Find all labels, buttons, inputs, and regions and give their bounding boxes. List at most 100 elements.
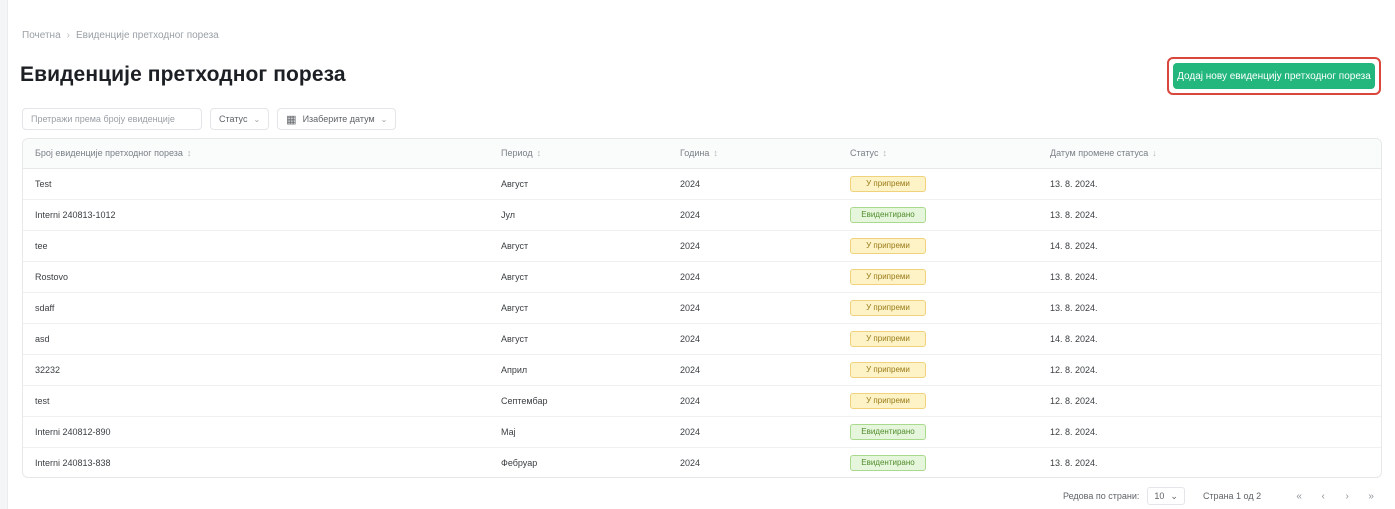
cell-year: 2024 xyxy=(668,292,838,324)
cell-year: 2024 xyxy=(668,385,838,417)
cell-number: tee xyxy=(23,230,489,262)
search-input[interactable] xyxy=(22,108,202,130)
first-page-icon[interactable]: « xyxy=(1291,487,1307,505)
table-row[interactable]: Interni 240813-838 Фебруар 2024 Евидентиран… xyxy=(23,447,1381,477)
table-row[interactable]: asd Август 2024 У припреми 14. 8. 2024. xyxy=(23,323,1381,355)
cell-changed: 12. 8. 2024. xyxy=(1038,416,1381,448)
breadcrumb-current: Евиденције претходног пореза xyxy=(75,30,219,41)
cell-period: Август xyxy=(489,261,668,293)
table-row[interactable]: sdaff Август 2024 У припреми 13. 8. 2024. xyxy=(23,292,1381,324)
cell-year: 2024 xyxy=(668,323,838,355)
date-filter-dropdown[interactable]: ▦ Изаберите датум ⌄ xyxy=(277,108,397,130)
cell-year: 2024 xyxy=(680,457,701,468)
cell-changed: 13. 8. 2024. xyxy=(1038,261,1381,293)
filter-bar: Статус ⌄ ▦ Изаберите датум ⌄ xyxy=(22,108,397,130)
cell-status: У припреми xyxy=(838,292,1038,324)
status-badge: У припреми xyxy=(850,330,926,347)
cell-status: Евидентирано xyxy=(838,416,1038,448)
table-header-row: Број евиденције претходног пореза ↕ Перио… xyxy=(23,139,1381,169)
cell-period: Мај xyxy=(489,416,668,448)
add-record-button[interactable]: Додај нову евиденцију претходног пореза xyxy=(1173,63,1375,89)
page-title: Евиденције претходног пореза xyxy=(20,63,346,86)
cell-changed: 13. 8. 2024. xyxy=(1038,199,1381,231)
pagination: Редова по страни: 10 ⌄ Страна 1 од 2 « ‹… xyxy=(1063,486,1379,506)
cell-period: Август xyxy=(489,230,668,262)
rows-per-page-value: 10 xyxy=(1154,491,1165,501)
cell-number: Interni 240812-890 xyxy=(23,416,489,448)
sort-icon: ↕ xyxy=(713,148,718,159)
calendar-icon: ▦ xyxy=(286,113,297,126)
cell-number: test xyxy=(23,385,489,417)
cell-period: Фебруар xyxy=(501,457,538,468)
cell-number: 32232 xyxy=(23,354,489,386)
cell-number: Rostovo xyxy=(23,261,489,293)
cell-changed: 12. 8. 2024. xyxy=(1038,354,1381,386)
status-badge: У припреми xyxy=(850,361,926,378)
cell-period: Септембар xyxy=(489,385,668,417)
breadcrumb-home[interactable]: Почетна xyxy=(22,30,61,41)
cell-changed: 13. 8. 2024. xyxy=(1050,457,1098,468)
cell-period: Април xyxy=(489,354,668,386)
previous-page-icon[interactable]: ‹ xyxy=(1315,487,1331,505)
cell-number: Test xyxy=(23,168,489,200)
rows-per-page-label: Редова по страни: xyxy=(1063,491,1140,501)
add-button-highlight: Додај нову евиденцију претходног пореза xyxy=(1167,57,1381,95)
column-header-status[interactable]: Статус ↕ xyxy=(838,139,1038,169)
cell-changed: 14. 8. 2024. xyxy=(1038,230,1381,262)
chevron-down-icon: ⌄ xyxy=(1170,490,1178,501)
chevron-down-icon: ⌄ xyxy=(380,114,388,124)
left-edge-panel xyxy=(0,0,8,509)
cell-status: У припреми xyxy=(838,323,1038,355)
cell-number: Interni 240813-838 xyxy=(35,457,111,468)
cell-status: Евидентирано xyxy=(838,447,1038,477)
cell-number: asd xyxy=(23,323,489,355)
cell-year: 2024 xyxy=(668,416,838,448)
table-row[interactable]: Test Август 2024 У припреми 13. 8. 2024. xyxy=(23,168,1381,200)
next-page-icon[interactable]: › xyxy=(1339,487,1355,505)
column-header-changed[interactable]: Датум промене статуса ↓ xyxy=(1038,139,1381,169)
cell-year: 2024 xyxy=(668,261,838,293)
sort-icon: ↕ xyxy=(536,148,542,159)
table-row[interactable]: tee Август 2024 У припреми 14. 8. 2024. xyxy=(23,230,1381,262)
status-badge: Евидентирано xyxy=(850,423,926,440)
sort-icon: ↕ xyxy=(186,148,192,159)
cell-changed: 13. 8. 2024. xyxy=(1038,168,1381,200)
breadcrumb: Почетна › Евиденције претходног пореза xyxy=(22,30,219,41)
table-row[interactable]: Rostovo Август 2024 У припреми 13. 8. 2024. xyxy=(23,261,1381,293)
status-badge: У припреми xyxy=(850,299,926,316)
cell-status: У припреми xyxy=(838,168,1038,200)
last-page-icon[interactable]: » xyxy=(1363,487,1379,505)
status-badge: Евидентирано xyxy=(850,454,926,471)
status-badge: У припреми xyxy=(850,237,926,254)
cell-changed: 12. 8. 2024. xyxy=(1038,385,1381,417)
cell-period: Август xyxy=(489,323,668,355)
table-row[interactable]: 32232 Април 2024 У припреми 12. 8. 2024. xyxy=(23,354,1381,386)
status-filter-dropdown[interactable]: Статус ⌄ xyxy=(210,108,270,130)
cell-year: 2024 xyxy=(668,199,838,231)
table-row[interactable]: test Септембар 2024 У припреми 12. 8. 2024. xyxy=(23,385,1381,417)
breadcrumb-separator-icon: › xyxy=(66,30,70,41)
records-table: Број евиденције претходног пореза ↕ Перио… xyxy=(22,138,1382,478)
column-header-number[interactable]: Број евиденције претходног пореза ↕ xyxy=(23,139,489,169)
cell-period: Јул xyxy=(489,199,668,231)
cell-period: Август xyxy=(489,168,668,200)
status-badge: Евидентирано xyxy=(850,206,926,223)
table-row[interactable]: Interni 240813-1012 Јул 2024 Евидентирано 13… xyxy=(23,199,1381,231)
status-badge: У припреми xyxy=(850,392,926,409)
status-badge: У припреми xyxy=(850,268,926,285)
page-info: Страна 1 од 2 xyxy=(1202,491,1262,501)
status-badge: У припреми xyxy=(850,175,926,192)
cell-status: У припреми xyxy=(838,354,1038,386)
date-filter-label: Изаберите датум xyxy=(302,114,375,124)
cell-status: Евидентирано xyxy=(838,199,1038,231)
cell-number: sdaff xyxy=(23,292,489,324)
rows-per-page-select[interactable]: 10 ⌄ xyxy=(1147,487,1185,505)
cell-status: У припреми xyxy=(838,385,1038,417)
cell-year: 2024 xyxy=(668,230,838,262)
table-row[interactable]: Interni 240812-890 Мај 2024 Евидентирано 12.… xyxy=(23,416,1381,448)
cell-changed: 13. 8. 2024. xyxy=(1038,292,1381,324)
column-header-period[interactable]: Период ↕ xyxy=(489,139,668,169)
column-header-year[interactable]: Година ↕ xyxy=(668,139,838,169)
cell-number: Interni 240813-1012 xyxy=(23,199,489,231)
cell-changed: 14. 8. 2024. xyxy=(1038,323,1381,355)
